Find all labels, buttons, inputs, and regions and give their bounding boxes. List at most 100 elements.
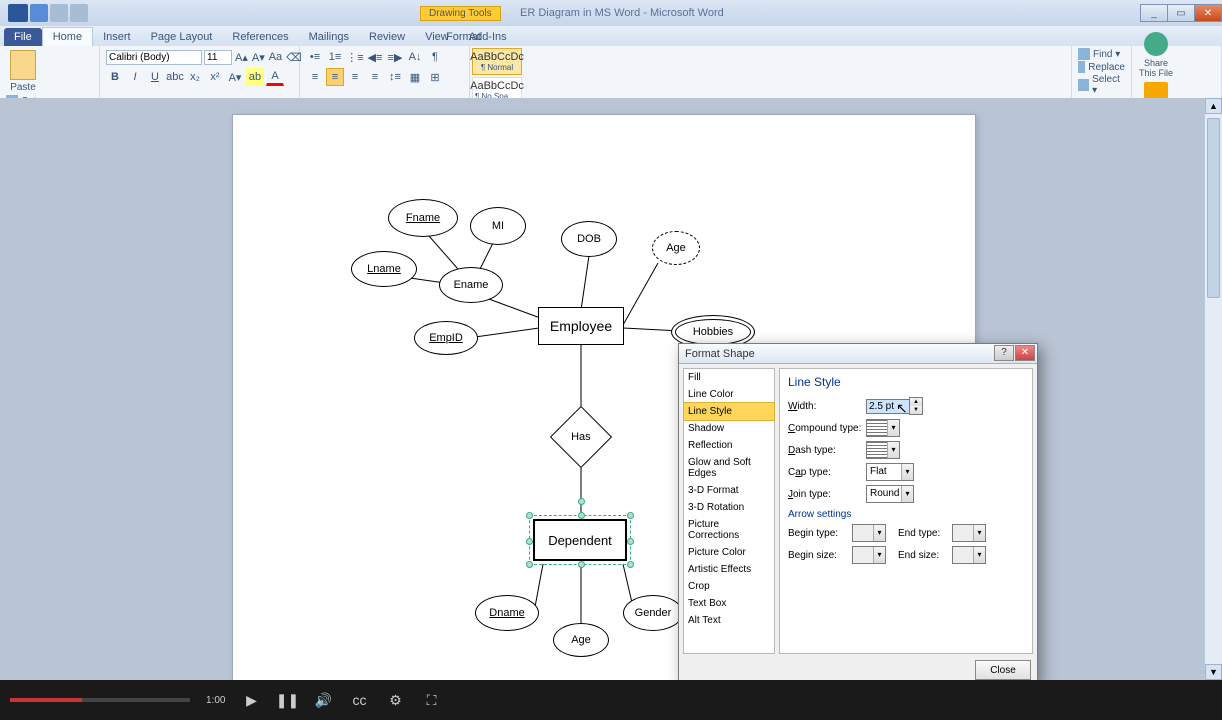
er-attr-dob[interactable]: DOB <box>561 221 617 257</box>
begin-size-combo[interactable]: ▾ <box>852 546 886 564</box>
tab-file[interactable]: File <box>4 28 42 46</box>
dialog-help-button[interactable]: ? <box>994 345 1014 361</box>
scroll-down-button[interactable]: ▼ <box>1205 664 1222 680</box>
dlgnav-text-box[interactable]: Text Box <box>684 595 774 612</box>
dec-indent-button[interactable]: ◀≡ <box>366 48 384 66</box>
restore-button[interactable]: ▭ <box>1167 4 1195 22</box>
dash-combo[interactable]: ▾ <box>866 441 900 459</box>
er-entity-dependent[interactable]: Dependent <box>533 519 627 561</box>
sort-button[interactable]: A↓ <box>406 48 424 66</box>
dlgnav-line-style[interactable]: Line Style <box>683 402 775 421</box>
select-button[interactable]: Select ▾ <box>1078 74 1125 96</box>
er-attr-fname[interactable]: Fname <box>388 199 458 237</box>
grow-font-button[interactable]: A▴ <box>234 48 249 66</box>
compound-combo[interactable]: ▾ <box>866 419 900 437</box>
font-size-select[interactable] <box>204 50 232 65</box>
share-file-button[interactable]: Share This File <box>1138 32 1174 78</box>
inc-indent-button[interactable]: ≡▶ <box>386 48 404 66</box>
settings-button[interactable]: ⚙ <box>385 690 405 710</box>
progress-bar[interactable] <box>10 698 190 702</box>
save-icon[interactable] <box>30 4 48 22</box>
dlgnav-3-d-rotation[interactable]: 3-D Rotation <box>684 499 774 516</box>
minimize-button[interactable]: _ <box>1140 4 1168 22</box>
tab-pagelayout[interactable]: Page Layout <box>141 28 223 46</box>
dialog-close-button[interactable]: ✕ <box>1015 345 1035 361</box>
underline-button[interactable]: U <box>146 68 164 86</box>
er-attr-age-derived[interactable]: Age <box>652 231 700 265</box>
tab-review[interactable]: Review <box>359 28 415 46</box>
er-entity-employee[interactable]: Employee <box>538 307 624 345</box>
dlgnav-alt-text[interactable]: Alt Text <box>684 612 774 629</box>
show-marks-button[interactable]: ¶ <box>426 48 444 66</box>
handle-se[interactable] <box>627 561 634 568</box>
er-relation-has[interactable]: Has <box>550 406 612 468</box>
align-left-button[interactable]: ≡ <box>306 68 324 86</box>
handle-e[interactable] <box>627 538 634 545</box>
dlgnav-crop[interactable]: Crop <box>684 578 774 595</box>
superscript-button[interactable]: x² <box>206 68 224 86</box>
er-attr-dname[interactable]: Dname <box>475 595 539 631</box>
bold-button[interactable]: B <box>106 68 124 86</box>
width-input[interactable] <box>866 399 910 414</box>
align-right-button[interactable]: ≡ <box>346 68 364 86</box>
dlgnav-picture-color[interactable]: Picture Color <box>684 544 774 561</box>
close-window-button[interactable]: ✕ <box>1194 4 1222 22</box>
er-attr-age2[interactable]: Age <box>553 623 609 657</box>
justify-button[interactable]: ≡ <box>366 68 384 86</box>
multilevel-button[interactable]: ⋮≡ <box>346 48 364 66</box>
scroll-up-button[interactable]: ▲ <box>1205 98 1222 114</box>
shading-button[interactable]: ▦ <box>406 68 424 86</box>
line-spacing-button[interactable]: ↕≡ <box>386 68 404 86</box>
dlgnav-picture-corrections[interactable]: Picture Corrections <box>684 516 774 544</box>
highlight-button[interactable]: ab <box>246 68 264 86</box>
undo-icon[interactable] <box>50 4 68 22</box>
tab-references[interactable]: References <box>222 28 298 46</box>
dlgnav-glow-and-soft-edges[interactable]: Glow and Soft Edges <box>684 454 774 482</box>
er-attr-ename[interactable]: Ename <box>439 267 503 303</box>
tab-mailings[interactable]: Mailings <box>299 28 359 46</box>
bullets-button[interactable]: •≡ <box>306 48 324 66</box>
dlgnav-reflection[interactable]: Reflection <box>684 437 774 454</box>
align-center-button[interactable]: ≡ <box>326 68 344 86</box>
pause-button[interactable]: ❚❚ <box>277 690 297 710</box>
handle-rotate[interactable] <box>578 498 585 505</box>
replace-button[interactable]: Replace <box>1078 61 1125 73</box>
width-spinner[interactable]: ▲▼ <box>909 397 923 415</box>
handle-n[interactable] <box>578 512 585 519</box>
end-type-combo[interactable]: ▾ <box>952 524 986 542</box>
cap-combo[interactable]: Flat▾ <box>866 463 914 481</box>
shrink-font-button[interactable]: A▾ <box>251 48 266 66</box>
spin-down[interactable]: ▼ <box>910 406 922 414</box>
handle-s[interactable] <box>578 561 585 568</box>
dialog-titlebar[interactable]: Format Shape ? ✕ <box>679 344 1037 364</box>
change-case-button[interactable]: Aa <box>268 48 283 66</box>
dialog-close-btn[interactable]: Close <box>975 660 1031 680</box>
text-effects-button[interactable]: A▾ <box>226 68 244 86</box>
subscript-button[interactable]: x₂ <box>186 68 204 86</box>
handle-ne[interactable] <box>627 512 634 519</box>
spin-up[interactable]: ▲ <box>910 398 922 406</box>
paste-button[interactable]: Paste <box>6 48 40 93</box>
tab-format[interactable]: Format <box>436 28 491 46</box>
dlgnav-artistic-effects[interactable]: Artistic Effects <box>684 561 774 578</box>
borders-button[interactable]: ⊞ <box>426 68 444 86</box>
fullscreen-button[interactable]: ⛶ <box>421 690 441 710</box>
dlgnav-fill[interactable]: Fill <box>684 369 774 386</box>
join-combo[interactable]: Round▾ <box>866 485 914 503</box>
strike-button[interactable]: abc <box>166 68 184 86</box>
handle-sw[interactable] <box>526 561 533 568</box>
er-attr-gender[interactable]: Gender <box>623 595 683 631</box>
end-size-combo[interactable]: ▾ <box>952 546 986 564</box>
er-attr-empid[interactable]: EmpID <box>414 321 478 355</box>
find-button[interactable]: Find ▾ <box>1078 48 1125 60</box>
dlgnav-shadow[interactable]: Shadow <box>684 420 774 437</box>
numbering-button[interactable]: 1≡ <box>326 48 344 66</box>
dlgnav-3-d-format[interactable]: 3-D Format <box>684 482 774 499</box>
handle-w[interactable] <box>526 538 533 545</box>
handle-nw[interactable] <box>526 512 533 519</box>
dlgnav-line-color[interactable]: Line Color <box>684 386 774 403</box>
cc-button[interactable]: cc <box>349 690 369 710</box>
vertical-scrollbar[interactable]: ▲ ▼ <box>1204 98 1222 680</box>
begin-type-combo[interactable]: ▾ <box>852 524 886 542</box>
tab-insert[interactable]: Insert <box>93 28 141 46</box>
